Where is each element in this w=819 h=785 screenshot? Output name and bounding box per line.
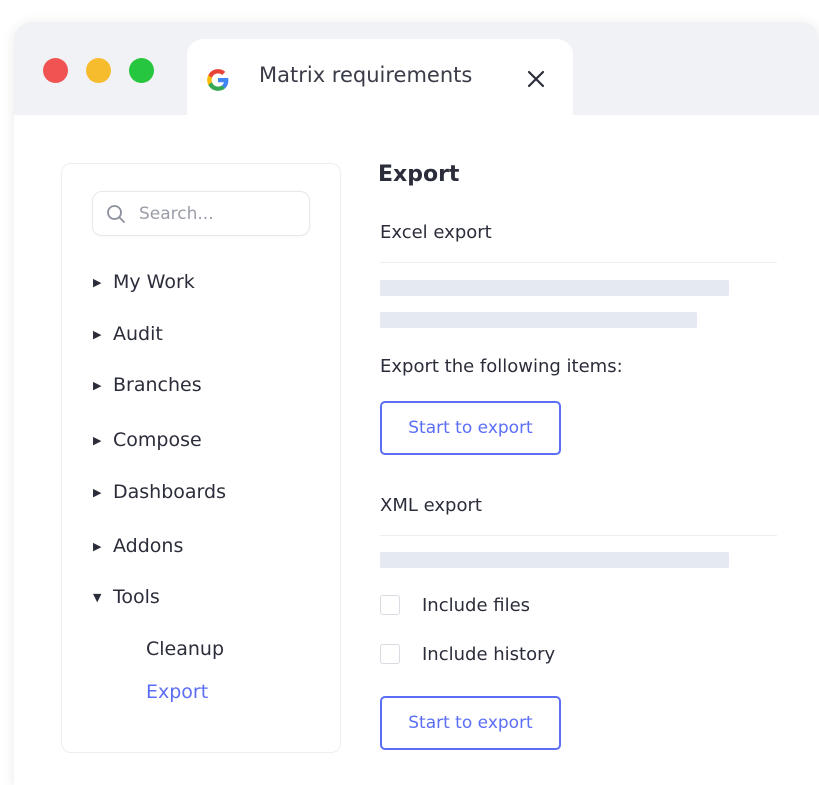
checkbox-label: Include files bbox=[422, 594, 531, 616]
include-files-checkbox[interactable] bbox=[380, 595, 400, 615]
xml-export-heading: XML export bbox=[380, 495, 482, 516]
placeholder-line bbox=[380, 280, 729, 296]
title-bar: Matrix requirements bbox=[14, 22, 819, 115]
page-title: Export bbox=[378, 162, 460, 187]
browser-window: Matrix requirements ▶ My Work ▶ Audit ▶ … bbox=[14, 22, 819, 785]
close-window-button[interactable] bbox=[43, 58, 68, 83]
include-history-option[interactable]: Include history bbox=[380, 641, 555, 667]
sidebar-item-label: Audit bbox=[113, 323, 163, 345]
checkbox-label: Include history bbox=[422, 643, 556, 665]
excel-start-export-button[interactable]: Start to export bbox=[380, 401, 561, 455]
sidebar-item-branches[interactable]: ▶ Branches bbox=[93, 370, 202, 400]
sidebar-item-dashboards[interactable]: ▶ Dashboards bbox=[93, 477, 226, 507]
sidebar-item-label: Compose bbox=[113, 429, 202, 451]
caret-right-icon: ▶ bbox=[93, 275, 102, 289]
sidebar-item-label: My Work bbox=[113, 271, 195, 293]
sidebar-item-audit[interactable]: ▶ Audit bbox=[93, 319, 163, 349]
tab-title: Matrix requirements bbox=[259, 63, 473, 87]
sidebar-item-my-work[interactable]: ▶ My Work bbox=[93, 267, 195, 297]
caret-right-icon: ▶ bbox=[93, 485, 102, 499]
sidebar-item-label: Addons bbox=[113, 535, 184, 557]
minimize-window-button[interactable] bbox=[86, 58, 111, 83]
include-files-option[interactable]: Include files bbox=[380, 592, 530, 618]
maximize-window-button[interactable] bbox=[129, 58, 154, 83]
browser-tab[interactable]: Matrix requirements bbox=[187, 39, 573, 115]
sidebar-item-label: Branches bbox=[113, 374, 202, 396]
caret-right-icon: ▶ bbox=[93, 327, 102, 341]
excel-export-heading: Excel export bbox=[380, 222, 492, 243]
search-box[interactable] bbox=[92, 191, 310, 236]
sidebar-item-label: Tools bbox=[113, 586, 160, 608]
placeholder-line bbox=[380, 552, 729, 568]
caret-right-icon: ▶ bbox=[93, 433, 102, 447]
sidebar: ▶ My Work ▶ Audit ▶ Branches ▶ Compose ▶… bbox=[61, 163, 341, 753]
search-input[interactable] bbox=[137, 200, 301, 228]
google-g-icon bbox=[207, 69, 229, 91]
export-items-label: Export the following items: bbox=[380, 356, 623, 377]
caret-down-icon: ▼ bbox=[93, 590, 102, 604]
sidebar-item-label: Dashboards bbox=[113, 481, 226, 503]
placeholder-line bbox=[380, 312, 697, 328]
export-panel: Export Excel export Export the following… bbox=[378, 160, 778, 760]
close-tab-icon[interactable] bbox=[525, 68, 547, 90]
xml-start-export-button[interactable]: Start to export bbox=[380, 696, 561, 750]
sidebar-subitem-cleanup[interactable]: Cleanup bbox=[146, 638, 224, 666]
divider bbox=[380, 262, 777, 263]
divider bbox=[380, 535, 777, 536]
caret-right-icon: ▶ bbox=[93, 539, 102, 553]
sidebar-subitem-export[interactable]: Export bbox=[146, 681, 208, 709]
sidebar-item-addons[interactable]: ▶ Addons bbox=[93, 531, 183, 561]
sidebar-item-tools[interactable]: ▼ Tools bbox=[93, 582, 160, 612]
search-icon bbox=[107, 205, 125, 223]
include-history-checkbox[interactable] bbox=[380, 644, 400, 664]
caret-right-icon: ▶ bbox=[93, 378, 102, 392]
sidebar-item-compose[interactable]: ▶ Compose bbox=[93, 425, 202, 455]
